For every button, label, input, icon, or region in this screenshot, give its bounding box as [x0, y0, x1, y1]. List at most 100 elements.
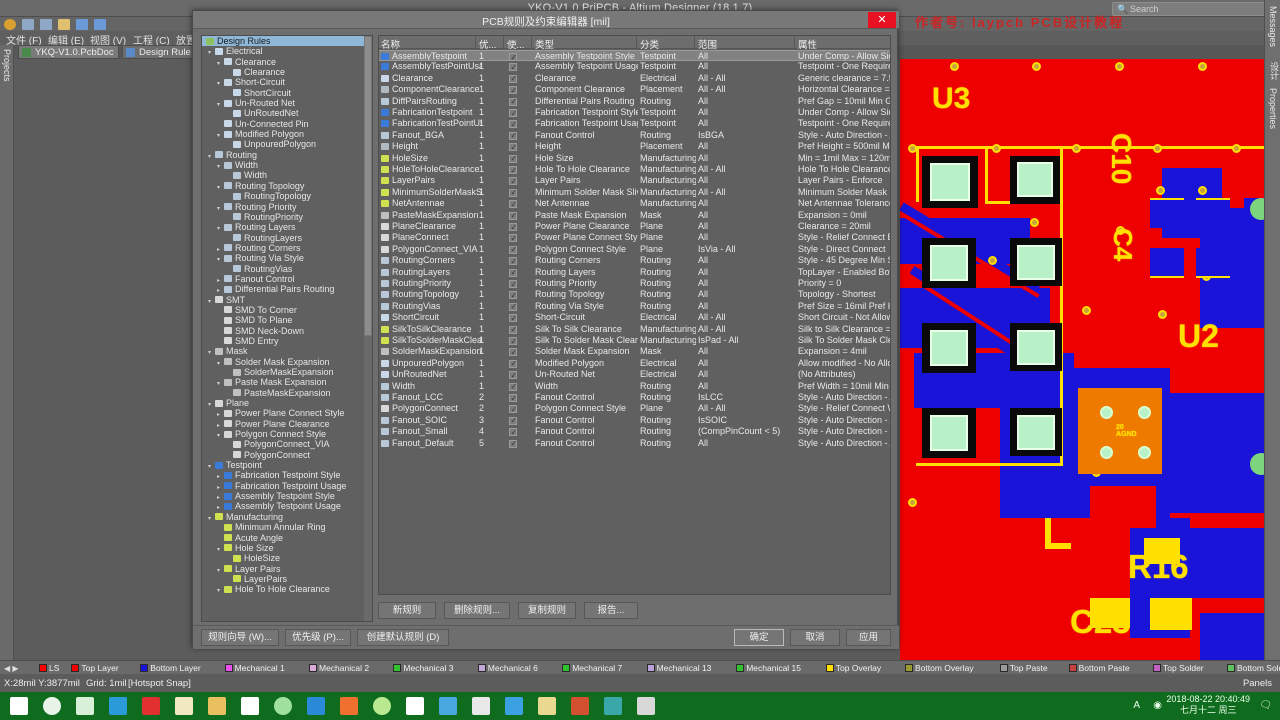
tree-item-unroutednet[interactable]: UnRoutedNet — [202, 108, 372, 118]
chevron-right-icon[interactable]: ▸ — [217, 245, 223, 253]
tree-item-shortcircuit[interactable]: ShortCircuit — [202, 88, 372, 98]
calculator-icon[interactable] — [472, 697, 490, 715]
table-row[interactable]: Fanout_Small 4 Fanout Control Routing (CompP… — [379, 426, 890, 438]
altium-logo-icon[interactable] — [4, 19, 16, 30]
table-row[interactable]: AssemblyTestPointUsage1 Assembly Testpoin… — [379, 61, 890, 73]
tree-item-minimum-annular-ring[interactable]: Minimum Annular Ring — [202, 522, 372, 532]
tree-item-width[interactable]: Width — [202, 170, 372, 180]
table-row[interactable]: Fanout_BGA 1 Fanout Control Routing IsBGA Sty… — [379, 130, 890, 141]
chevron-down-icon[interactable]: ▾ — [217, 162, 223, 170]
save-icon[interactable] — [22, 19, 34, 30]
tree-item-mask[interactable]: ▾ Mask — [202, 346, 372, 356]
globe-icon[interactable] — [439, 697, 457, 715]
panel-tab-design[interactable]: 设计 — [1268, 62, 1280, 80]
table-row[interactable]: Width 1 Width Routing All Pref Width = 10mil … — [379, 381, 890, 392]
rule-enabled-checkbox[interactable] — [509, 427, 517, 438]
tree-item-hole-to-hole-clearance[interactable]: ▾ Hole To Hole Clearance — [202, 584, 372, 594]
rule-enabled-checkbox[interactable] — [509, 301, 517, 312]
app-gray-icon[interactable] — [637, 697, 655, 715]
rule-enabled-checkbox[interactable] — [509, 108, 517, 118]
chevron-right-icon[interactable]: ▸ — [217, 472, 223, 480]
rule-enabled-checkbox[interactable] — [509, 415, 517, 426]
tree-item-smt[interactable]: ▾ SMT — [202, 295, 372, 305]
table-row[interactable]: FabricationTestpoint 1 Fabrication Testpoi… — [379, 107, 890, 118]
column-header-4[interactable]: 分类 — [640, 37, 659, 51]
chevron-down-icon[interactable]: ▾ — [208, 514, 214, 522]
table-row[interactable]: LayerPairs 1 Layer Pairs ManufacturingAll La… — [379, 175, 890, 187]
app-green-icon[interactable] — [274, 697, 292, 715]
chevron-down-icon[interactable]: ▾ — [217, 79, 223, 87]
app-teal-icon[interactable] — [604, 697, 622, 715]
button-规则向导W[interactable]: 规则向导 (W)... — [201, 629, 279, 646]
rule-enabled-checkbox[interactable] — [509, 438, 517, 449]
tree-item-clearance[interactable]: Clearance — [202, 67, 372, 77]
tree-scrollbar[interactable] — [364, 36, 372, 621]
table-row[interactable]: Clearance 1 Clearance Electrical All - All Ge… — [379, 73, 890, 84]
chevron-right-icon[interactable]: ▸ — [217, 421, 223, 429]
table-row[interactable]: SilkToSilkClearance 1 Silk To Silk Clearan… — [379, 324, 890, 335]
tree-item-fabrication-testpoint-style[interactable]: ▸ Fabrication Testpoint Style — [202, 470, 372, 480]
search-input[interactable]: 🔍 Search — [1112, 2, 1272, 16]
column-header-2[interactable]: 使... — [507, 37, 524, 51]
close-icon[interactable]: ✕ — [868, 12, 896, 28]
tree-item-fabrication-testpoint-usage[interactable]: ▸ Fabrication Testpoint Usage — [202, 481, 372, 491]
chrome-icon[interactable] — [340, 697, 358, 715]
rule-enabled-checkbox[interactable] — [509, 85, 517, 96]
layer-tab-bottom-overlay[interactable]: Bottom Overlay — [904, 662, 974, 674]
rule-enabled-checkbox[interactable] — [509, 244, 517, 255]
tree-item-power-plane-clearance[interactable]: ▸ Power Plane Clearance — [202, 419, 372, 429]
tree-item-power-plane-connect-style[interactable]: ▸ Power Plane Connect Style — [202, 408, 372, 418]
tree-item-manufacturing[interactable]: ▾ Manufacturing — [202, 512, 372, 522]
table-row[interactable]: DiffPairsRouting 1 Differential Pairs Rout… — [379, 96, 890, 107]
rule-enabled-checkbox[interactable] — [509, 256, 517, 267]
tree-item-holesize[interactable]: HoleSize — [202, 553, 372, 563]
column-divider[interactable] — [503, 36, 504, 49]
tim-icon[interactable] — [109, 697, 127, 715]
chevron-right-icon[interactable]: ▸ — [217, 276, 223, 284]
redo-icon[interactable] — [94, 19, 106, 30]
tree-item-solder-mask-expansion[interactable]: ▾ Solder Mask Expansion — [202, 357, 372, 367]
table-row[interactable]: AssemblyTestpoint 1 Assembly Testpoint Sty… — [379, 50, 890, 62]
taskbar-clock[interactable]: 2018-08-22 20:40:49 七月十二 周三 — [1166, 694, 1250, 716]
tree-item-testpoint[interactable]: ▾ Testpoint — [202, 460, 372, 470]
tree-item-routing-priority[interactable]: ▾ Routing Priority — [202, 202, 372, 212]
column-divider[interactable] — [636, 36, 637, 49]
button-新规则[interactable]: 新规则 — [378, 602, 436, 619]
tree-item-polygonconnect[interactable]: PolygonConnect — [202, 450, 372, 460]
chevron-down-icon[interactable]: ▾ — [208, 297, 214, 305]
chevron-down-icon[interactable]: ▾ — [217, 431, 223, 439]
tree-item-soldermaskexpansion[interactable]: SolderMaskExpansion — [202, 367, 372, 377]
explorer-icon[interactable] — [208, 697, 226, 715]
button-优先级P[interactable]: 优先级 (P)... — [285, 629, 351, 646]
rule-enabled-checkbox[interactable] — [509, 222, 517, 232]
tree-item-unpouredpolygon[interactable]: UnpouredPolygon — [202, 139, 372, 149]
table-row[interactable]: RoutingVias 1 Routing Via Style Routing All P… — [379, 301, 890, 312]
rule-list-table[interactable]: 名称优...使...类型分类范围属性 AssemblyTestpoint1Ass… — [378, 35, 891, 595]
rule-enabled-checkbox[interactable] — [509, 130, 517, 141]
tree-item-design-rules[interactable]: ▾ Design Rules — [202, 36, 372, 47]
tree-item-smd-to-corner[interactable]: SMD To Corner — [202, 305, 372, 315]
notepad-icon[interactable] — [538, 697, 556, 715]
chevron-down-icon[interactable]: ▾ — [217, 183, 223, 191]
tree-item-smd-neck-down[interactable]: SMD Neck-Down — [202, 326, 372, 336]
rule-enabled-checkbox[interactable] — [509, 165, 517, 175]
layer-tab-mechanical-6[interactable]: Mechanical 6 — [477, 662, 538, 674]
tree-item-differential-pairs-routing[interactable]: ▸ Differential Pairs Routing — [202, 284, 372, 294]
table-row[interactable]: MinimumSolderMaskSliver1 Minimum Solder M… — [379, 187, 890, 198]
rule-enabled-checkbox[interactable] — [509, 324, 517, 335]
tree-item-clearance[interactable]: ▾ Clearance — [202, 57, 372, 67]
penguin-icon[interactable] — [406, 697, 424, 715]
notification-icon[interactable]: 🗨 — [1259, 700, 1272, 711]
rule-enabled-checkbox[interactable] — [509, 267, 517, 278]
panel-tab-projects[interactable]: Projects — [2, 49, 12, 82]
pcb-canvas[interactable]: 20 AGND U3 C10 C4 U2 R16 C23 — [900, 38, 1264, 660]
tree-item-assembly-testpoint-usage[interactable]: ▸ Assembly Testpoint Usage — [202, 501, 372, 511]
tree-item-plane[interactable]: ▾ Plane — [202, 398, 372, 408]
chevron-down-icon[interactable]: ▾ — [217, 224, 223, 232]
open-folder-icon[interactable] — [58, 19, 70, 30]
button-取消[interactable]: 取消 — [790, 629, 840, 646]
tree-item-pastemaskexpansion[interactable]: PasteMaskExpansion — [202, 388, 372, 398]
button-应用[interactable]: 应用 — [846, 629, 891, 646]
tree-item-fanout-control[interactable]: ▸ Fanout Control — [202, 274, 372, 284]
tree-item-polygonconnect-via[interactable]: PolygonConnect_VIA — [202, 439, 372, 449]
